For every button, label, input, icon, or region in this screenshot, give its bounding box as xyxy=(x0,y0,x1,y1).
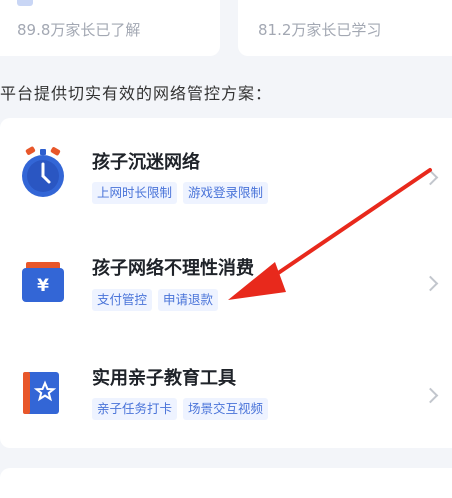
svg-text:¥: ¥ xyxy=(37,276,49,296)
tag[interactable]: 场景交互视频 xyxy=(183,398,269,420)
stopwatch-icon xyxy=(22,146,64,197)
solution-tags: 亲子任务打卡 场景交互视频 xyxy=(92,398,269,420)
yuan-wallet-icon: ¥ xyxy=(22,262,64,302)
star-book-icon xyxy=(23,372,59,414)
solution-title: 实用亲子教育工具 xyxy=(92,368,236,389)
solution-tags: 上网时长限制 游戏登录限制 xyxy=(92,182,269,204)
section-title: 平台提供切实有效的网络管控方案： xyxy=(0,84,273,103)
chevron-right-icon xyxy=(422,387,439,404)
card-icon xyxy=(17,0,33,6)
tag[interactable]: 支付管控 xyxy=(92,289,153,311)
chevron-right-icon xyxy=(422,275,439,292)
tag[interactable]: 上网时长限制 xyxy=(92,182,178,204)
solution-item-internet-addiction[interactable]: 孩子沉迷网络 上网时长限制 游戏登录限制 xyxy=(0,138,452,238)
solution-item-irrational-spending[interactable]: ¥ 孩子网络不理性消费 支付管控 申请退款 xyxy=(0,244,452,344)
top-card-subtitle: 89.8万家长已了解 xyxy=(17,21,141,39)
tag[interactable]: 申请退款 xyxy=(158,289,219,311)
top-card-subtitle: 81.2万家长已学习 xyxy=(258,21,382,39)
top-card-left[interactable]: 89.8万家长已了解 xyxy=(0,0,220,56)
solution-item-parenting-tools[interactable]: 实用亲子教育工具 亲子任务打卡 场景交互视频 xyxy=(0,360,452,460)
tag[interactable]: 亲子任务打卡 xyxy=(92,398,178,420)
solution-title: 孩子网络不理性消费 xyxy=(92,258,254,279)
top-card-right[interactable]: 81.2万家长已学习 xyxy=(238,0,452,56)
bottom-card xyxy=(0,468,452,498)
tag[interactable]: 游戏登录限制 xyxy=(183,182,269,204)
chevron-right-icon xyxy=(422,169,439,186)
solution-tags: 支付管控 申请退款 xyxy=(92,289,219,311)
solution-title: 孩子沉迷网络 xyxy=(92,152,200,173)
solutions-list: 孩子沉迷网络 上网时长限制 游戏登录限制 ¥ 孩子网络不理性消费 支付管控 申请… xyxy=(0,118,452,448)
